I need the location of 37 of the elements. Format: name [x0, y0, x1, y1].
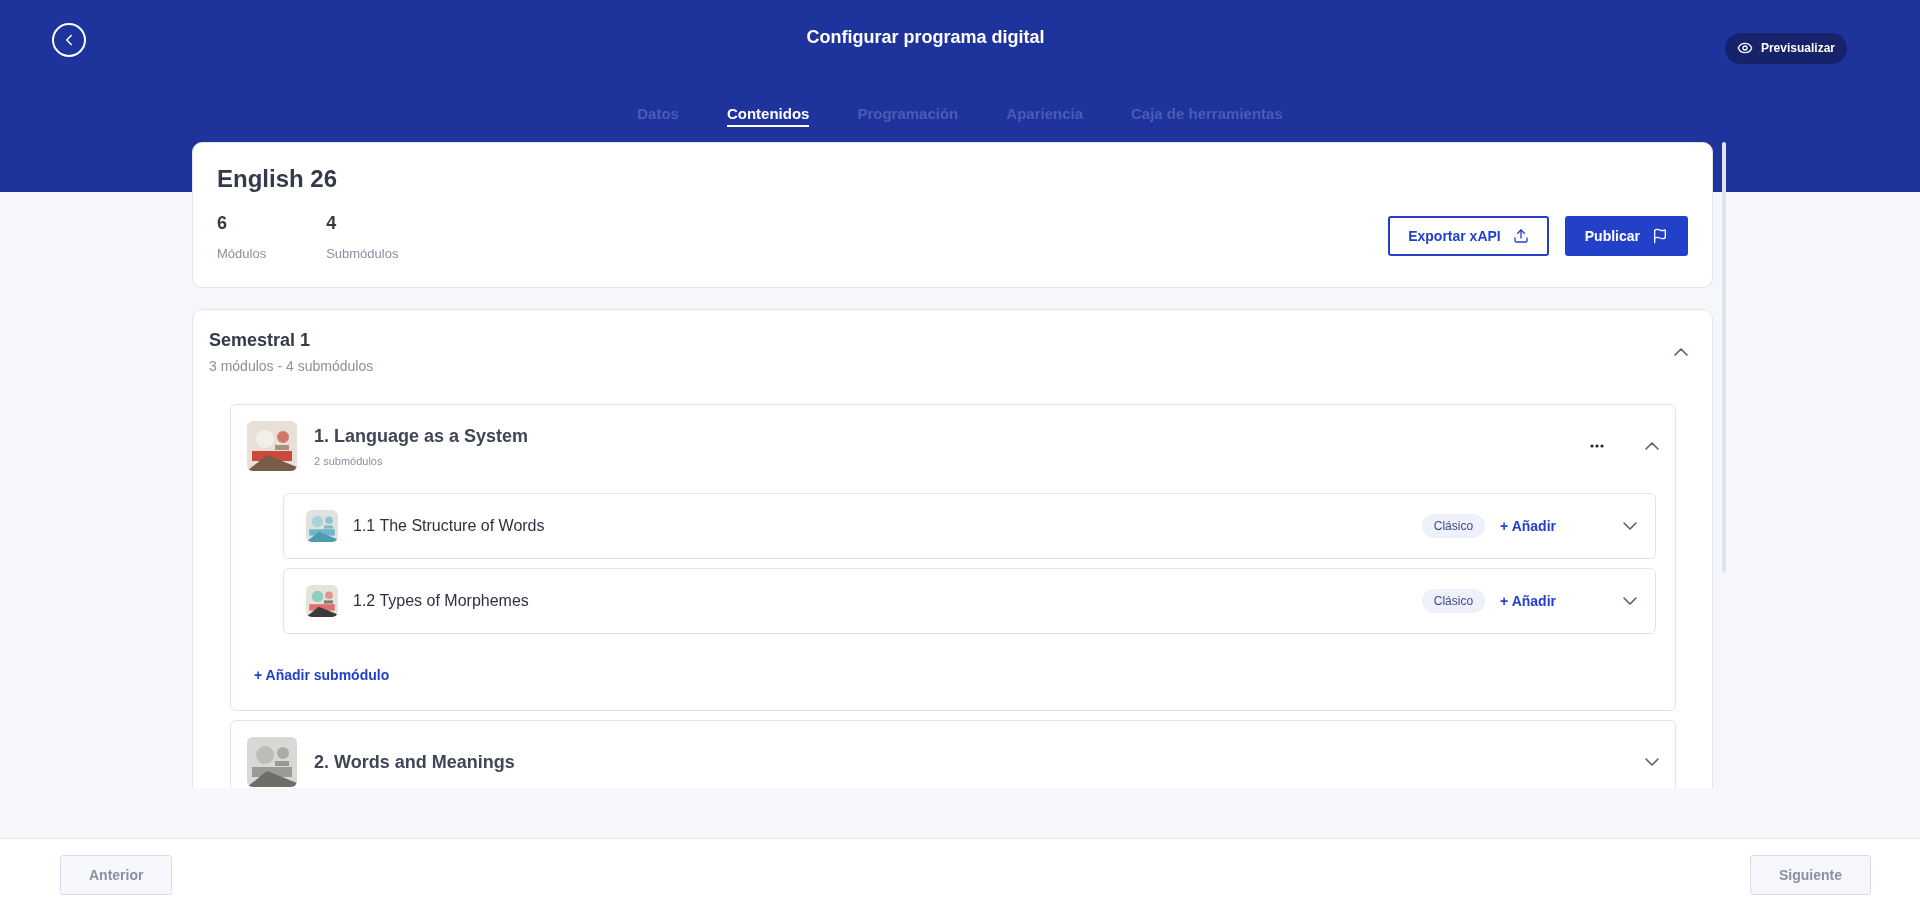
flag-icon — [1652, 228, 1668, 244]
more-button[interactable] — [1590, 444, 1604, 448]
add-link[interactable]: + Añadir — [1500, 518, 1556, 534]
program-title: English 26 — [217, 165, 339, 193]
back-button[interactable] — [52, 23, 86, 57]
chevron-up-icon — [1645, 442, 1659, 450]
submodule-title: 1.2 Types of Morphemes — [353, 592, 530, 610]
chevron-down-icon — [1623, 522, 1637, 530]
module-title: 2. Words and Meanings — [314, 751, 516, 773]
add-link[interactable]: + Añadir — [1500, 593, 1556, 609]
type-tag: Clásico — [1421, 514, 1486, 538]
add-submodule-link[interactable]: + Añadir submódulo — [254, 667, 390, 683]
stat-label: Módulos — [217, 246, 267, 261]
semester-title: Semestral 1 — [209, 330, 312, 351]
export-button[interactable]: Exportar xAPI — [1388, 216, 1549, 256]
stat-value: 4 — [326, 213, 338, 234]
expand-button[interactable] — [1623, 522, 1637, 530]
stat-label: Submódulos — [326, 246, 399, 261]
publish-button[interactable]: Publicar — [1564, 216, 1688, 256]
collapse-button[interactable] — [1645, 758, 1659, 766]
tab[interactable]: Contenidos — [726, 105, 810, 127]
more-icon — [1590, 444, 1604, 448]
collapse-button[interactable] — [1645, 442, 1659, 450]
semester-summary: 3 módulos - 4 submódulos — [209, 358, 374, 374]
chevron-down-icon — [1623, 597, 1637, 605]
type-tag: Clásico — [1421, 589, 1486, 613]
expand-button[interactable] — [1623, 597, 1637, 605]
stat-value: 6 — [217, 213, 228, 234]
eye-icon — [1736, 40, 1753, 56]
chevron-up-icon — [1674, 348, 1688, 356]
upload-icon — [1512, 228, 1529, 244]
module-summary: 2 submódulos — [314, 454, 384, 467]
page-title: Configurar programa digital — [805, 26, 1045, 48]
module-title: 1. Language as a System — [314, 425, 530, 447]
collapse-button[interactable] — [1674, 348, 1688, 356]
chevron-down-icon — [1645, 758, 1659, 766]
submodule-title: 1.1 The Structure of Words — [353, 517, 546, 535]
